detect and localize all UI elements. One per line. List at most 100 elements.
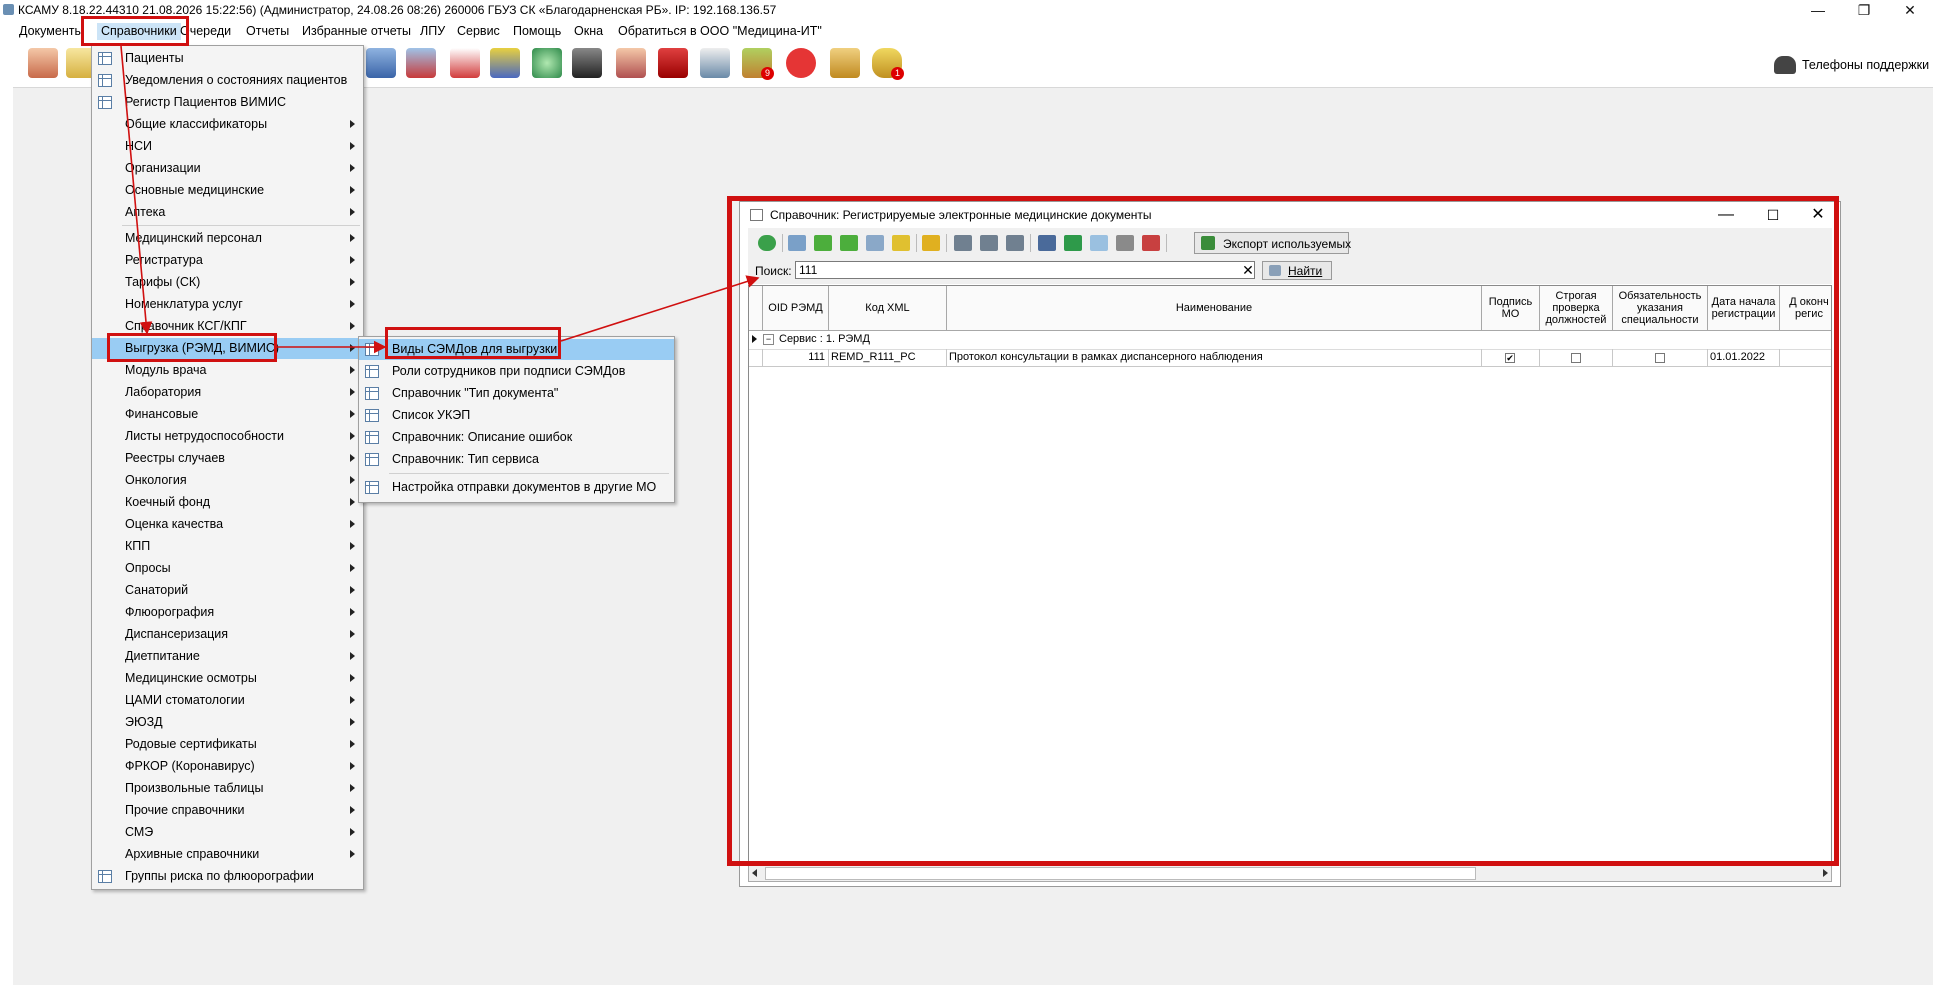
menu-item-label: Организации (125, 161, 201, 175)
submenu-arrow-icon (350, 322, 355, 330)
minimize-button[interactable]: — (1795, 0, 1841, 20)
menu-item[interactable]: ЦАМИ стоматологии (92, 690, 363, 711)
menu-item-label: Общие классификаторы (125, 117, 268, 131)
menu-item-label: Реестры случаев (125, 451, 225, 465)
medical-kit-icon[interactable] (450, 48, 480, 78)
submenu-item[interactable]: Роли сотрудников при подписи СЭМДов (359, 361, 674, 382)
menu-item[interactable]: Регистратура (92, 250, 363, 271)
menu-item-label: Прочие справочники (125, 803, 245, 817)
menu-item[interactable]: Опросы (92, 558, 363, 579)
submenu-item[interactable]: Список УКЭП (359, 405, 674, 426)
calendar-icon[interactable] (700, 48, 730, 78)
submenu-item-label: Настройка отправки документов в другие М… (392, 480, 657, 494)
menu-item[interactable]: Группы риска по флюорографии (92, 866, 363, 887)
chat-icon[interactable]: 1 (872, 48, 904, 80)
menu-item-label: Флюорография (125, 605, 215, 619)
horizontal-scrollbar[interactable] (748, 865, 1832, 882)
menu-item[interactable]: Реестры случаев (92, 448, 363, 469)
first-aid-icon[interactable] (406, 48, 436, 78)
menu-item[interactable]: Финансовые (92, 404, 363, 425)
menu-item-label: Номенклатура услуг (125, 297, 243, 311)
menu-item[interactable]: Номенклатура услуг (92, 294, 363, 315)
submenu-arrow-icon (350, 300, 355, 308)
menu-item[interactable]: ФРКОР (Коронавирус) (92, 756, 363, 777)
menu-item[interactable]: КПП (92, 536, 363, 557)
menu-item[interactable]: Прочие справочники (92, 800, 363, 821)
menu-separator (122, 225, 360, 226)
menu-item[interactable]: Уведомления о состояниях пациентов (92, 70, 363, 91)
menu-help[interactable]: Помощь (513, 24, 561, 38)
menu-item[interactable]: Оценка качества (92, 514, 363, 535)
menu-item[interactable]: Санаторий (92, 580, 363, 601)
menu-item[interactable]: Общие классификаторы (92, 114, 363, 135)
menu-item-label: Модуль врача (125, 363, 207, 377)
menu-item[interactable]: Основные медицинские (92, 180, 363, 201)
menu-item[interactable]: Произвольные таблицы (92, 778, 363, 799)
submenu-item-label: Справочник "Тип документа" (392, 386, 559, 400)
menu-item[interactable]: Диетпитание (92, 646, 363, 667)
menu-item[interactable]: НСИ (92, 136, 363, 157)
menu-item-label: Аптека (125, 205, 166, 219)
support-phones-button[interactable]: Телефоны поддержки (1774, 55, 1933, 77)
menu-service[interactable]: Сервис (457, 24, 500, 38)
menu-item[interactable]: Модуль врача (92, 360, 363, 381)
menu-item-label: Основные медицинские (125, 183, 265, 197)
menu-windows[interactable]: Окна (574, 24, 603, 38)
table-icon (365, 481, 379, 494)
scroll-thumb[interactable] (765, 867, 1476, 880)
menu-item[interactable]: Тарифы (СК) (92, 272, 363, 293)
globe-icon[interactable] (532, 48, 562, 78)
patient-icon (98, 52, 112, 65)
scroll-right-icon[interactable] (1823, 869, 1828, 877)
nurse-icon[interactable] (616, 48, 646, 78)
books-icon[interactable] (490, 48, 520, 78)
submenu-item[interactable]: Настройка отправки документов в другие М… (359, 477, 674, 498)
submenu-item[interactable]: Справочник: Описание ошибок (359, 427, 674, 448)
monitor-icon[interactable] (366, 48, 396, 78)
scroll-left-icon[interactable] (752, 869, 757, 877)
menu-item[interactable]: Онкология (92, 470, 363, 491)
menu-item-label: Регистратура (125, 253, 203, 267)
menu-item-label: ЭЮЗД (125, 715, 163, 729)
menu-item[interactable]: Родовые сертификаты (92, 734, 363, 755)
highlight-box-references-menu (81, 16, 189, 46)
submenu-item[interactable]: Справочник: Тип сервиса (359, 449, 674, 470)
lock-icon[interactable] (830, 48, 860, 78)
app-title-bar: КСАМУ 8.18.22.44310 21.08.2026 15:22:56)… (0, 0, 1933, 20)
menu-contact[interactable]: Обратиться в ООО "Медицина-ИТ" (618, 24, 822, 38)
menu-item-label: Диетпитание (125, 649, 200, 663)
book-red-icon[interactable] (658, 48, 688, 78)
close-button[interactable]: ✕ (1887, 0, 1933, 20)
submenu-item[interactable]: Справочник "Тип документа" (359, 383, 674, 404)
apps-icon[interactable] (786, 48, 816, 78)
menu-item[interactable]: Аптека (92, 202, 363, 223)
menu-lpu[interactable]: ЛПУ (420, 24, 445, 38)
menu-item[interactable]: Листы нетрудоспособности (92, 426, 363, 447)
menu-item[interactable]: Медицинские осмотры (92, 668, 363, 689)
barcode-scanner-icon[interactable] (572, 48, 602, 78)
menu-item-label: СМЭ (125, 825, 154, 839)
notifications-icon[interactable]: 9 (742, 48, 774, 80)
doctor-icon[interactable] (28, 48, 58, 78)
submenu-arrow-icon (350, 718, 355, 726)
menu-documents[interactable]: Документы (19, 24, 83, 38)
submenu-arrow-icon (350, 476, 355, 484)
menu-item[interactable]: Архивные справочники (92, 844, 363, 865)
menu-item[interactable]: Лаборатория (92, 382, 363, 403)
menu-item[interactable]: Флюорография (92, 602, 363, 623)
menu-item[interactable]: Пациенты (92, 48, 363, 69)
menu-item[interactable]: Регистр Пациентов ВИМИС (92, 92, 363, 113)
menu-item-label: Пациенты (125, 51, 184, 65)
menu-favorite-reports[interactable]: Избранные отчеты (302, 24, 411, 38)
submenu-arrow-icon (350, 234, 355, 242)
menu-item[interactable]: Коечный фонд (92, 492, 363, 513)
menu-item[interactable]: Диспансеризация (92, 624, 363, 645)
menu-item[interactable]: Организации (92, 158, 363, 179)
table-icon (365, 387, 379, 400)
left-panel-edge (0, 87, 13, 985)
maximize-button[interactable]: ❐ (1841, 0, 1887, 20)
menu-item[interactable]: Медицинский персонал (92, 228, 363, 249)
menu-item[interactable]: СМЭ (92, 822, 363, 843)
menu-item[interactable]: ЭЮЗД (92, 712, 363, 733)
menu-reports[interactable]: Отчеты (246, 24, 289, 38)
